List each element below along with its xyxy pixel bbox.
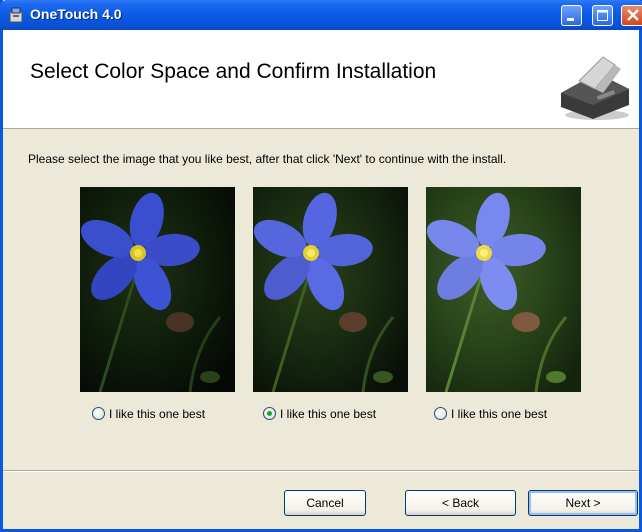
footer-divider xyxy=(3,470,639,472)
next-button[interactable]: Next > xyxy=(528,490,638,516)
flower-image-1[interactable] xyxy=(80,187,235,392)
window-title: OneTouch 4.0 xyxy=(30,6,122,22)
flower-image-2[interactable] xyxy=(253,187,408,392)
option-1-radio[interactable] xyxy=(92,407,105,420)
scanner-icon xyxy=(561,56,629,120)
option-3-radio[interactable] xyxy=(434,407,447,420)
minimize-icon xyxy=(567,18,574,21)
option-2-label: I like this one best xyxy=(280,406,377,421)
option-1[interactable]: I like this one best xyxy=(92,405,205,422)
close-icon xyxy=(627,9,639,21)
installer-window: OneTouch 4.0 Select Color Space and Conf… xyxy=(0,0,642,532)
minimize-button[interactable] xyxy=(561,5,582,26)
maximize-icon xyxy=(597,10,608,21)
page-title: Select Color Space and Confirm Installat… xyxy=(30,60,437,83)
option-1-label: I like this one best xyxy=(109,406,206,421)
option-2-radio[interactable] xyxy=(263,407,276,420)
instruction-text: Please select the image that you like be… xyxy=(28,152,507,166)
flower-image-3[interactable] xyxy=(426,187,581,392)
option-3-label: I like this one best xyxy=(451,406,548,421)
wizard-header: Select Color Space and Confirm Installat… xyxy=(3,30,639,129)
option-2[interactable]: I like this one best xyxy=(263,405,376,422)
option-3[interactable]: I like this one best xyxy=(434,405,547,422)
cancel-button[interactable]: Cancel xyxy=(284,490,366,516)
back-button[interactable]: < Back xyxy=(405,490,516,516)
installer-icon xyxy=(9,7,23,23)
maximize-button[interactable] xyxy=(592,5,613,26)
close-button[interactable] xyxy=(621,5,642,26)
title-bar[interactable]: OneTouch 4.0 xyxy=(0,0,642,30)
